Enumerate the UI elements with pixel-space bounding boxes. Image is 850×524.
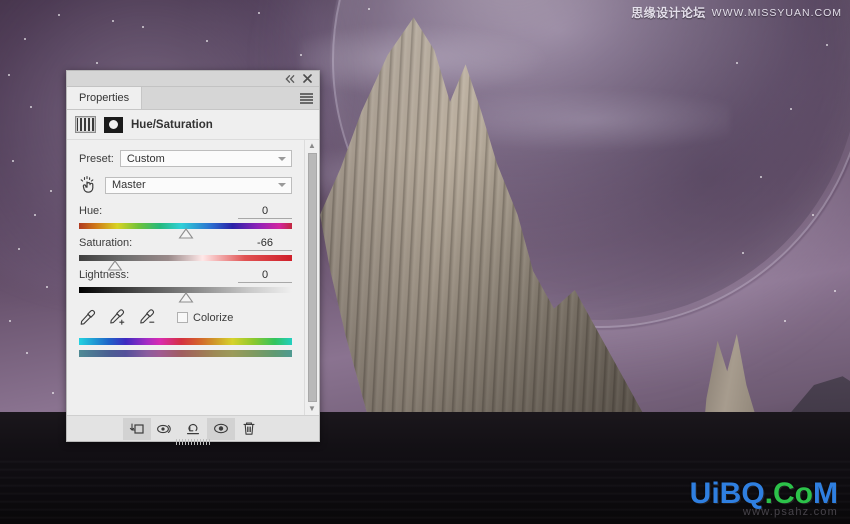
scroll-down-icon[interactable]: ▼: [308, 405, 316, 413]
channel-select[interactable]: Master: [105, 176, 292, 194]
delete-adjustment-button[interactable]: [235, 418, 263, 440]
hue-slider-thumb[interactable]: [178, 228, 193, 239]
panel-body: Preset: Custom Master Hue: 0 Saturation:…: [67, 140, 319, 415]
result-spectrum-bar[interactable]: [79, 350, 292, 357]
panel-tabstrip: Properties: [67, 87, 319, 110]
saturation-track[interactable]: [79, 255, 292, 271]
colorize-checkbox-row[interactable]: Colorize: [177, 312, 233, 324]
layer-mask-thumbnail-icon[interactable]: [104, 116, 123, 133]
channel-row: Master: [79, 175, 292, 195]
hue-label: Hue:: [79, 205, 103, 217]
view-previous-state-button[interactable]: [151, 418, 179, 440]
spectrum-bars: [79, 338, 292, 357]
tab-properties-label: Properties: [79, 92, 130, 104]
saturation-value-field[interactable]: -66: [238, 237, 292, 251]
bottom-watermark-logo: UiBQ.CoM www.psahz.com: [690, 479, 838, 518]
hue-slider-header: Hue: 0: [79, 205, 292, 219]
scrollbar-thumb[interactable]: [307, 153, 317, 402]
lightness-slider-header: Lightness: 0: [79, 269, 292, 283]
preset-select[interactable]: Custom: [119, 150, 292, 167]
panel-footer: [67, 415, 319, 445]
colorize-label: Colorize: [193, 311, 234, 324]
lightness-track[interactable]: [79, 287, 292, 303]
saturation-slider-header: Saturation: -66: [79, 237, 292, 251]
photoshop-screenshot: 思缘设计论坛 WWW.MISSYUAN.COM UiBQ.CoM www.psa…: [0, 0, 850, 524]
panel-resize-grip[interactable]: [176, 439, 210, 445]
hue-spectrum-bar[interactable]: [79, 338, 292, 345]
preset-select-value: Custom: [126, 152, 165, 165]
eyedropper-subtract-icon[interactable]: [139, 309, 156, 326]
hue-slider-block: Hue: 0: [79, 205, 292, 239]
hue-value-field[interactable]: 0: [238, 205, 292, 219]
clip-to-layer-button[interactable]: [123, 417, 151, 440]
lightness-slider-thumb[interactable]: [178, 292, 193, 303]
adjustment-title: Hue/Saturation: [131, 118, 213, 131]
preset-label: Preset:: [79, 152, 114, 165]
watermark-chinese-text: 思缘设计论坛: [631, 6, 706, 20]
panel-scrollbar[interactable]: ▲ ▼: [304, 140, 319, 415]
properties-panel: Properties Hue/Saturation Preset: Custom: [66, 70, 320, 445]
logo-text: UiBQ.CoM: [690, 479, 838, 509]
lightness-value-field[interactable]: 0: [238, 269, 292, 283]
tab-properties[interactable]: Properties: [67, 87, 143, 109]
panel-content: Preset: Custom Master Hue: 0 Saturation:…: [67, 140, 304, 415]
eyedropper-add-icon[interactable]: [109, 309, 126, 326]
scroll-up-icon[interactable]: ▲: [308, 142, 316, 150]
colorize-checkbox[interactable]: [177, 312, 188, 323]
adjustment-header: Hue/Saturation: [67, 110, 319, 140]
preset-row: Preset: Custom: [79, 150, 292, 167]
panel-menu-icon[interactable]: [300, 93, 313, 104]
saturation-slider-block: Saturation: -66: [79, 237, 292, 271]
top-watermark: 思缘设计论坛 WWW.MISSYUAN.COM: [631, 4, 842, 21]
watermark-url: WWW.MISSYUAN.COM: [711, 6, 842, 19]
channel-select-value: Master: [112, 179, 146, 191]
lightness-slider-block: Lightness: 0: [79, 269, 292, 303]
close-icon[interactable]: [303, 74, 312, 83]
saturation-slider-thumb[interactable]: [107, 260, 123, 271]
targeted-adjustment-hand-icon[interactable]: [79, 175, 99, 195]
chevron-down-icon: [278, 156, 286, 161]
eyedropper-tools-row: Colorize: [79, 309, 292, 326]
panel-titlebar: [67, 71, 319, 87]
reset-button[interactable]: [179, 418, 207, 440]
toggle-visibility-button[interactable]: [207, 417, 235, 440]
eyedropper-icon[interactable]: [79, 309, 96, 326]
collapse-icon[interactable]: [285, 74, 295, 83]
chevron-down-icon: [278, 183, 286, 187]
hue-track[interactable]: [79, 223, 292, 239]
saturation-label: Saturation:: [79, 237, 133, 249]
adjustment-thumbnail-icon[interactable]: [75, 116, 96, 133]
